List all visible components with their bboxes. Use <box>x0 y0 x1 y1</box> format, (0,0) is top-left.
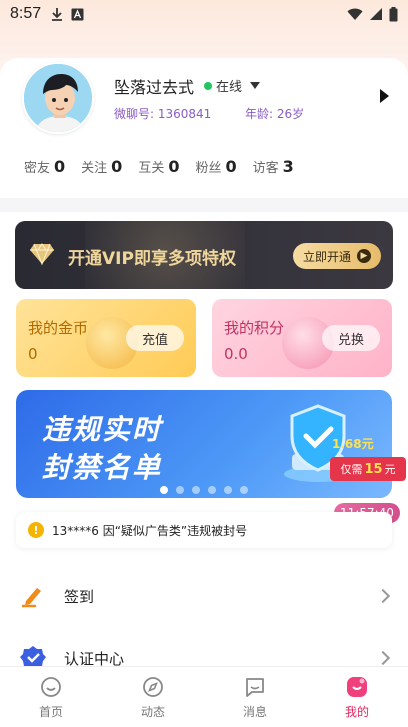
bottom-tab-bar: 首页 动态 消息 我的 <box>0 666 408 727</box>
arrow-right-circle-icon: ▶ <box>357 249 372 263</box>
tab-mine[interactable]: 我的 <box>306 667 408 727</box>
notice-text: 13****6 因“疑似广告类”违规被封号 <box>52 523 248 538</box>
pencil-icon <box>21 588 41 608</box>
tab-messages-label: 消息 <box>242 704 267 719</box>
status-time: 8:57 <box>10 5 42 22</box>
carousel-dot[interactable] <box>208 486 216 494</box>
warning-icon: ! <box>28 522 44 538</box>
status-bar: 8:57 <box>0 0 408 28</box>
profile-arrow-icon[interactable] <box>380 89 389 103</box>
vip-text: 开通VIP即享多项特权 <box>68 249 236 269</box>
menu-label-checkin: 签到 <box>64 587 95 606</box>
user-age: 年龄: 26岁 <box>245 107 305 121</box>
carousel-dot[interactable] <box>176 486 184 494</box>
online-label: 在线 <box>216 80 243 95</box>
chevron-right-icon <box>375 588 391 604</box>
chat-icon <box>246 677 264 697</box>
compass-icon <box>143 676 163 697</box>
stat-mutual[interactable]: 互关 0 <box>138 157 179 176</box>
notice-bar[interactable]: ! 13****6 因“疑似广告类”违规被封号 <box>16 512 392 548</box>
stat-fans[interactable]: 粉丝 0 <box>195 157 236 176</box>
tab-messages[interactable]: 消息 <box>204 667 306 727</box>
vip-banner[interactable]: 开通VIP即享多项特权 立即开通 ▶ <box>15 221 393 289</box>
user-id: 微聊号: 1360841 <box>114 107 212 121</box>
tab-home-label: 首页 <box>38 704 63 719</box>
promo-line1: 1.68元 <box>332 437 374 451</box>
menu-item-checkin[interactable]: 签到 <box>0 568 408 624</box>
stat-following[interactable]: 关注 0 <box>81 157 122 176</box>
points-title: 我的积分 <box>224 319 285 337</box>
caret-down-icon <box>250 82 261 89</box>
carousel-dot[interactable] <box>192 486 200 494</box>
tab-moments[interactable]: 动态 <box>102 667 204 727</box>
banner-line1: 违规实时 <box>42 413 163 446</box>
points-value: 0.0 <box>224 345 248 363</box>
stat-close-friends[interactable]: 密友 0 <box>24 157 65 176</box>
home-smile-icon <box>41 676 61 697</box>
profile-icon <box>347 676 367 697</box>
font-a-icon <box>71 8 84 20</box>
online-dot-icon <box>204 81 212 90</box>
coin-title: 我的金币 <box>28 319 89 337</box>
points-card[interactable]: 我的积分 0.0 兑换 <box>212 299 392 377</box>
banner-line2: 封禁名单 <box>42 451 163 484</box>
coin-value: 0 <box>28 345 38 363</box>
chevron-right-icon <box>375 650 391 666</box>
tab-moments-label: 动态 <box>140 704 165 719</box>
recharge-button[interactable]: 充值 <box>126 325 184 351</box>
battery-icon <box>389 6 398 21</box>
online-status-dropdown[interactable]: 在线 <box>204 76 261 95</box>
promo-price: 仅需 15 元 <box>330 457 406 481</box>
diamond-icon <box>30 243 54 266</box>
promo-badge[interactable]: 1.68元 仅需 15 元 <box>328 433 408 487</box>
carousel-dot[interactable] <box>160 486 168 494</box>
carousel-dot[interactable] <box>240 486 248 494</box>
vip-open-button[interactable]: 立即开通 ▶ <box>293 243 381 269</box>
carousel-dot[interactable] <box>224 486 232 494</box>
avatar[interactable] <box>22 62 94 134</box>
profile-stats: 密友 0 关注 0 互关 0 粉丝 0 访客 3 <box>24 157 310 176</box>
exchange-button[interactable]: 兑换 <box>322 325 380 351</box>
stat-visitors[interactable]: 访客 3 <box>253 157 294 176</box>
wifi-icon <box>347 8 363 20</box>
nickname: 坠落过去式 <box>114 78 195 97</box>
vip-open-label: 立即开通 <box>303 249 352 264</box>
signal-icon <box>370 8 382 20</box>
tab-home[interactable]: 首页 <box>0 667 102 727</box>
section-divider <box>0 198 408 212</box>
tab-mine-label: 我的 <box>344 704 369 719</box>
download-icon <box>52 8 63 21</box>
carousel-dots <box>0 486 408 494</box>
coin-card[interactable]: 我的金币 0 充值 <box>16 299 196 377</box>
